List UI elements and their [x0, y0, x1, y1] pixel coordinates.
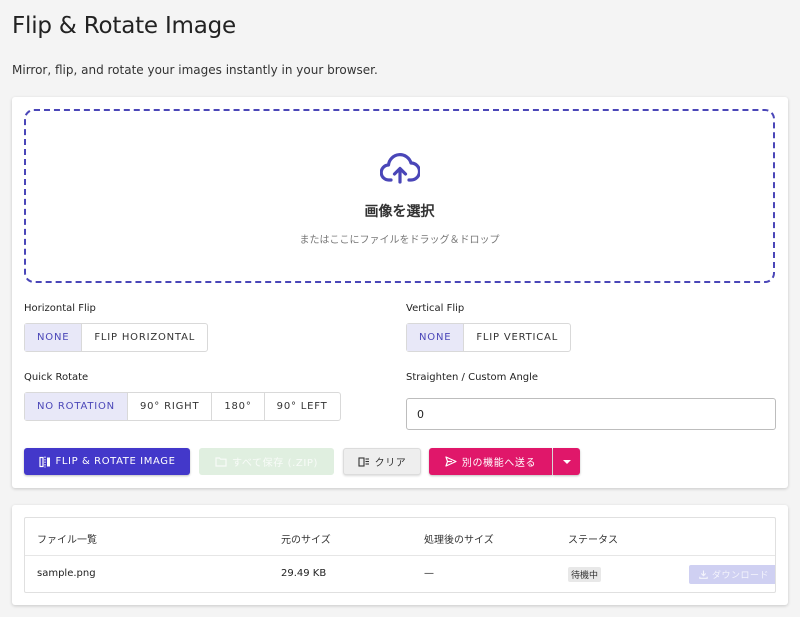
- page-title: Flip & Rotate Image: [12, 13, 237, 39]
- header-status: ステータス: [568, 535, 618, 546]
- folder-icon: [215, 457, 227, 467]
- tool-card: 画像を選択 またはここにファイルをドラッグ＆ドロップ Horizontal Fl…: [12, 97, 788, 488]
- rotate-180-button[interactable]: 180°: [212, 393, 265, 420]
- horizontal-flip-none-button[interactable]: NONE: [25, 324, 83, 351]
- rotate-90-right-button[interactable]: 90° RIGHT: [128, 393, 213, 420]
- flip-icon: [38, 456, 50, 467]
- file-list-card: ファイル一覧 元のサイズ 処理後のサイズ ステータス sample.png 29…: [12, 505, 788, 605]
- custom-angle-label: Straighten / Custom Angle: [406, 372, 539, 383]
- status-badge: 待機中: [568, 567, 602, 582]
- rotate-90-left-button[interactable]: 90° LEFT: [265, 393, 340, 420]
- page-subtitle: Mirror, flip, and rotate your images ins…: [12, 63, 378, 77]
- file-table: ファイル一覧 元のサイズ 処理後のサイズ ステータス sample.png 29…: [24, 517, 776, 593]
- clear-icon: [358, 457, 369, 467]
- vertical-flip-group: NONE FLIP VERTICAL: [406, 323, 572, 352]
- caret-down-icon: [562, 459, 571, 464]
- flip-horizontal-button[interactable]: FLIP HORIZONTAL: [82, 324, 207, 351]
- quick-rotate-group: NO ROTATION 90° RIGHT 180° 90° LEFT: [24, 392, 341, 421]
- clear-button-label: クリア: [374, 458, 407, 469]
- dropzone-title: 画像を選択: [364, 204, 435, 220]
- send-button-label: 別の機能へ送る: [461, 458, 537, 469]
- flip-vertical-button[interactable]: FLIP VERTICAL: [464, 324, 570, 351]
- clear-button[interactable]: クリア: [343, 448, 421, 475]
- header-processed-size: 処理後のサイズ: [424, 535, 494, 546]
- cloud-upload-icon: [380, 153, 420, 184]
- save-all-zip-button[interactable]: すべて保存 (.ZIP): [199, 448, 334, 475]
- original-size: 29.49 KB: [281, 568, 327, 579]
- send-to-feature-button[interactable]: 別の機能へ送る: [429, 448, 552, 475]
- quick-rotate-label: Quick Rotate: [24, 372, 89, 383]
- download-icon: [699, 570, 708, 579]
- send-icon: [445, 456, 457, 467]
- file-dropzone[interactable]: 画像を選択 またはここにファイルをドラッグ＆ドロップ: [24, 109, 775, 283]
- no-rotation-button[interactable]: NO ROTATION: [25, 393, 128, 420]
- vertical-flip-none-button[interactable]: NONE: [407, 324, 465, 351]
- flip-rotate-button-label: FLIP & ROTATE IMAGE: [55, 456, 176, 467]
- horizontal-flip-label: Horizontal Flip: [24, 303, 96, 314]
- send-dropdown-button[interactable]: [553, 448, 580, 475]
- file-name: sample.png: [37, 568, 96, 579]
- download-button[interactable]: ダウンロード: [689, 565, 775, 584]
- vertical-flip-label: Vertical Flip: [406, 303, 465, 314]
- download-button-label: ダウンロード: [712, 571, 770, 581]
- processed-size: —: [424, 568, 434, 579]
- flip-rotate-button[interactable]: FLIP & ROTATE IMAGE: [24, 448, 190, 475]
- save-all-zip-label: すべて保存 (.ZIP): [231, 458, 319, 469]
- dropzone-hint: またはここにファイルをドラッグ＆ドロップ: [299, 235, 500, 246]
- header-original-size: 元のサイズ: [281, 535, 331, 546]
- horizontal-flip-group: NONE FLIP HORIZONTAL: [24, 323, 209, 352]
- table-divider: [25, 555, 775, 556]
- header-file-list: ファイル一覧: [37, 535, 97, 546]
- custom-angle-input[interactable]: [406, 398, 776, 430]
